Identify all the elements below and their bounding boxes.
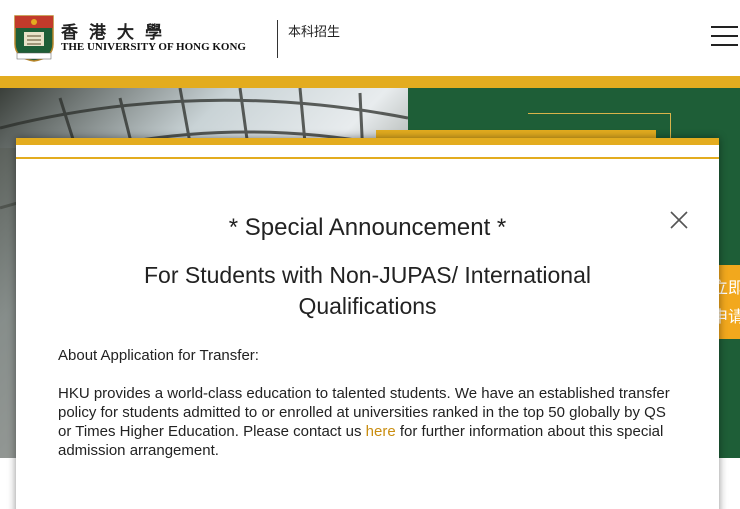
header-divider	[277, 20, 278, 58]
hamburger-icon[interactable]	[711, 26, 738, 47]
hku-crest-logo[interactable]	[13, 14, 55, 62]
modal-body: HKU provides a world-class education to …	[58, 384, 678, 460]
modal-title: * Special Announcement *	[228, 214, 507, 241]
modal-accent-line	[16, 157, 719, 159]
site-header: 香港大學 THE UNIVERSITY OF HONG KONG 本科招生	[0, 0, 740, 76]
hero-deco-line	[528, 113, 671, 114]
modal-subtitle: For Students with Non-JUPAS/ Internation…	[143, 262, 591, 319]
logo-name-english: THE UNIVERSITY OF HONG KONG	[61, 41, 246, 53]
logo-name-chinese: 香港大學	[61, 23, 173, 43]
contact-here-link[interactable]: here	[366, 423, 396, 440]
announcement-modal: * Special Announcement * For Students wi…	[16, 138, 719, 509]
modal-heading: About Application for Transfer:	[58, 347, 259, 364]
section-title[interactable]: 本科招生	[288, 21, 340, 40]
header-gold-band	[0, 76, 740, 88]
